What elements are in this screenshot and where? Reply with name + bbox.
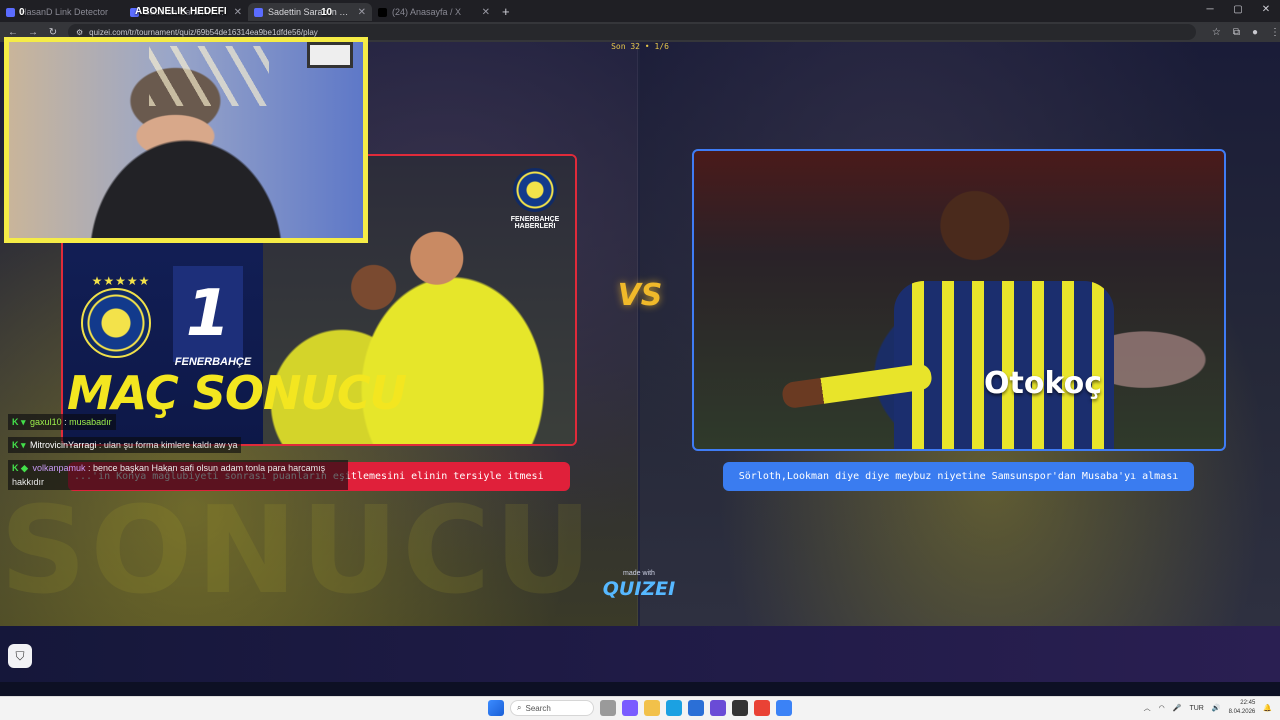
url-text: quizei.com/tr/tournament/quiz/69b54de163…: [89, 27, 318, 37]
streamer-webcam: [4, 37, 368, 243]
file-explorer-icon[interactable]: [644, 700, 660, 716]
tab-4[interactable]: (24) Anasayfa / X ✕: [372, 3, 496, 21]
system-tray: ︿ ◠ 🎤 TUR 🔊 22:45 8.04.2026 🔔: [1144, 699, 1272, 717]
app-icon[interactable]: [776, 700, 792, 716]
obs-icon[interactable]: [732, 700, 748, 716]
profile-icon[interactable]: ●: [1252, 27, 1258, 38]
tab-favicon: [254, 7, 263, 17]
windows-start-icon[interactable]: [488, 700, 504, 716]
taskbar-apps: ⌕ Search: [488, 700, 792, 716]
window-controls: ─ ▢ ✕: [1196, 0, 1280, 22]
taskbar-search[interactable]: ⌕ Search: [510, 700, 594, 716]
subscriber-goal-label: ABONELIK HEDEFI: [135, 6, 227, 17]
close-tab-icon[interactable]: ✕: [358, 7, 366, 18]
x-logo-icon: [378, 7, 387, 17]
chat-text: musabadır: [69, 417, 112, 427]
notification-bell-icon[interactable]: 🔔: [1263, 704, 1272, 712]
reload-icon[interactable]: ↻: [48, 27, 58, 38]
close-window-icon[interactable]: ✕: [1252, 0, 1280, 22]
match-score: 1: [173, 266, 243, 362]
chat-badge-icon: K ▾: [12, 417, 26, 427]
volume-icon[interactable]: 🔊: [1212, 704, 1221, 712]
minimize-icon[interactable]: ─: [1196, 0, 1224, 22]
right-option-image[interactable]: Otokoç: [692, 149, 1226, 451]
toolbar-right: ☆ ⧉ ● ⋮: [1212, 27, 1280, 38]
chat-message: K ▾ gaxul10 : musabadır: [8, 414, 116, 430]
chat-overlay: K ▾ gaxul10 : musabadır K ▾ MitrovicinYa…: [8, 414, 358, 497]
chat-message: K ▾ MitrovicinYarragi : ulan şu forma ki…: [8, 437, 242, 453]
close-tab-icon[interactable]: ✕: [482, 7, 490, 18]
chat-badge-icon: K ▾: [12, 440, 26, 450]
tab-favicon: [6, 7, 15, 17]
tab-title: (24) Anasayfa / X: [392, 7, 462, 17]
windows-taskbar: ⌕ Search ︿ ◠ 🎤 TUR 🔊 22:45 8.04.2026 🔔: [0, 696, 1280, 720]
maximize-icon[interactable]: ▢: [1224, 0, 1252, 22]
page-footer-band: [0, 626, 1280, 682]
wall-frame: [307, 42, 353, 68]
clock-time: 22:45: [1240, 700, 1256, 706]
chat-text: ulan şu forma kimlere kaldı aw ya: [103, 440, 238, 450]
chevron-up-icon[interactable]: ︿: [1144, 703, 1151, 713]
source-logo-icon: [513, 168, 557, 212]
clock-date: 8.04.2026: [1228, 709, 1256, 715]
forward-arrow-icon[interactable]: →: [28, 27, 38, 38]
versus-badge: VS: [617, 278, 663, 313]
search-icon: ⌕: [517, 703, 522, 712]
round-progress: Son 32 • 1/6: [611, 42, 669, 51]
shield-icon[interactable]: ⛉: [8, 644, 32, 668]
chat-badge-icon: K ◆: [12, 463, 28, 473]
background-watermark-text: SONUCU: [0, 482, 596, 621]
network-icon[interactable]: ◠: [1159, 704, 1165, 712]
copilot-icon[interactable]: [622, 700, 638, 716]
chat-message: K ◆ volkanpamuk : bence başkan Hakan saf…: [8, 460, 348, 490]
jersey-sponsor: Otokoç: [984, 366, 1102, 401]
new-tab-button[interactable]: +: [502, 4, 510, 19]
discord-icon[interactable]: [710, 700, 726, 716]
source-name: FENERBAHÇE HABERLERI: [510, 216, 560, 230]
chrome-icon[interactable]: [754, 700, 770, 716]
goal-counter-right: 10: [321, 7, 333, 18]
back-arrow-icon[interactable]: ←: [8, 27, 18, 38]
language-indicator[interactable]: TUR: [1189, 705, 1203, 712]
goal-counter-left: 0: [19, 7, 25, 18]
tab-title: Sadettin Saran'ın büyük pro...: [268, 7, 353, 17]
match-result-headline: MAÇ SONUCU: [67, 366, 407, 420]
chat-username: volkanpamuk: [32, 463, 86, 473]
close-tab-icon[interactable]: ✕: [234, 7, 242, 18]
menu-icon[interactable]: ⋮: [1270, 27, 1280, 38]
site-info-icon[interactable]: ⚙: [76, 28, 83, 37]
clock[interactable]: 22:45 8.04.2026: [1229, 699, 1256, 717]
fenerbahce-crest-icon: [81, 288, 151, 358]
quizei-logo[interactable]: QUIZEI: [600, 578, 678, 600]
triangle-lamp: [149, 46, 269, 106]
extensions-icon[interactable]: ⧉: [1233, 27, 1240, 38]
chat-username: MitrovicinYarragi: [30, 440, 97, 450]
widgets-icon[interactable]: [600, 700, 616, 716]
tab-3-active[interactable]: Sadettin Saran'ın büyük pro... ✕: [248, 3, 372, 21]
microphone-icon[interactable]: 🎤: [1173, 704, 1182, 712]
source-brand: FENERBAHÇE HABERLERI: [503, 168, 567, 230]
tab-title: HasanD Link Detector: [20, 7, 109, 17]
screen: HasanD Link Detector Sadettin Saran'ın B…: [0, 0, 1280, 720]
store-icon[interactable]: [688, 700, 704, 716]
center-divider: [637, 42, 640, 626]
right-option-label[interactable]: Sörloth,Lookman diye diye meybuz niyetin…: [723, 462, 1194, 491]
edge-icon[interactable]: [666, 700, 682, 716]
search-placeholder: Search: [525, 703, 551, 713]
chat-username: gaxul10: [30, 417, 62, 427]
bookmark-star-icon[interactable]: ☆: [1212, 27, 1221, 38]
crest-stars: ★★★★★: [91, 274, 151, 288]
made-with-text: made with: [623, 570, 655, 577]
